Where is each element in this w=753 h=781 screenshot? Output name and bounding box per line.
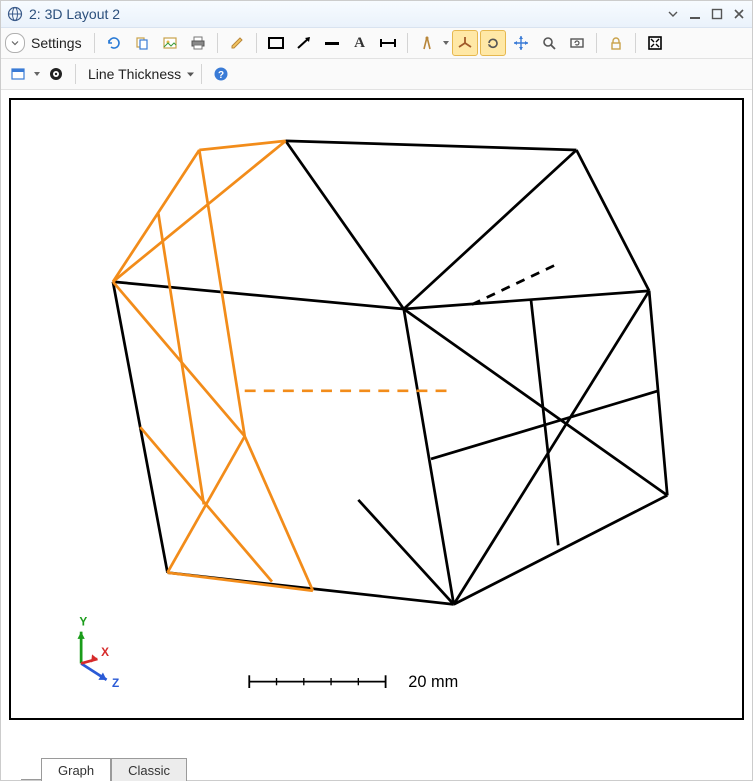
settings-label[interactable]: Settings — [31, 35, 82, 51]
axes3d-button[interactable] — [452, 30, 478, 56]
viewport[interactable]: Y X Z 20 mm — [1, 90, 752, 754]
target-button[interactable] — [43, 61, 69, 87]
svg-text:?: ? — [218, 70, 224, 81]
pencil-button[interactable] — [224, 30, 250, 56]
axis-triad-icon: Y X Z — [77, 614, 119, 690]
line-thickness-dropdown-icon[interactable] — [185, 71, 195, 78]
fullscreen-button[interactable] — [642, 30, 668, 56]
dimension-tool-button[interactable] — [375, 30, 401, 56]
line-thickness-label[interactable]: Line Thickness — [88, 66, 181, 82]
separator — [596, 33, 597, 53]
separator — [201, 64, 202, 84]
separator — [635, 33, 636, 53]
svg-text:Z: Z — [112, 676, 119, 690]
refresh-button[interactable] — [101, 30, 127, 56]
rectangle-tool-button[interactable] — [263, 30, 289, 56]
arrow-tool-button[interactable] — [291, 30, 317, 56]
move-button[interactable] — [508, 30, 534, 56]
rotate-button[interactable] — [480, 30, 506, 56]
separator — [256, 33, 257, 53]
line-tool-button[interactable] — [319, 30, 345, 56]
text-tool-button[interactable]: A — [347, 30, 373, 56]
toolbar-primary: Settings A — [1, 28, 752, 59]
separator — [75, 64, 76, 84]
lock-button[interactable] — [603, 30, 629, 56]
tab-bar: Graph Classic — [1, 754, 752, 780]
text-a-icon: A — [354, 35, 365, 52]
compass-button[interactable] — [414, 30, 440, 56]
close-button[interactable] — [732, 7, 746, 21]
app-window: 2: 3D Layout 2 Settings — [0, 0, 753, 781]
tab-lead — [21, 757, 41, 780]
window-dropdown-icon[interactable] — [33, 71, 41, 77]
window-title: 2: 3D Layout 2 — [29, 6, 666, 22]
app-globe-icon — [7, 6, 23, 22]
svg-text:Y: Y — [79, 614, 87, 628]
paste-image-button[interactable] — [157, 30, 183, 56]
compass-dropdown-icon[interactable] — [442, 40, 450, 46]
tab-graph[interactable]: Graph — [41, 758, 111, 781]
plot-frame: Y X Z 20 mm — [9, 98, 744, 720]
separator — [94, 33, 95, 53]
separator — [217, 33, 218, 53]
svg-text:X: X — [101, 645, 109, 659]
minimize-button[interactable] — [688, 7, 702, 21]
help-button[interactable]: ? — [208, 61, 234, 87]
dropdown-button[interactable] — [666, 7, 680, 21]
separator — [407, 33, 408, 53]
zoom-button[interactable] — [536, 30, 562, 56]
new-window-button[interactable] — [5, 61, 31, 87]
svg-text:20 mm: 20 mm — [408, 673, 458, 691]
maximize-button[interactable] — [710, 7, 724, 21]
print-button[interactable] — [185, 30, 211, 56]
layout-3d-drawing: Y X Z 20 mm — [11, 100, 742, 718]
title-bar: 2: 3D Layout 2 — [1, 1, 752, 28]
window-buttons — [666, 7, 746, 21]
reset-view-button[interactable] — [564, 30, 590, 56]
toolbar-secondary: Line Thickness ? — [1, 59, 752, 90]
tab-classic[interactable]: Classic — [111, 758, 187, 781]
settings-expander-icon[interactable] — [5, 33, 25, 53]
copy-button[interactable] — [129, 30, 155, 56]
scale-bar: 20 mm — [249, 673, 458, 691]
